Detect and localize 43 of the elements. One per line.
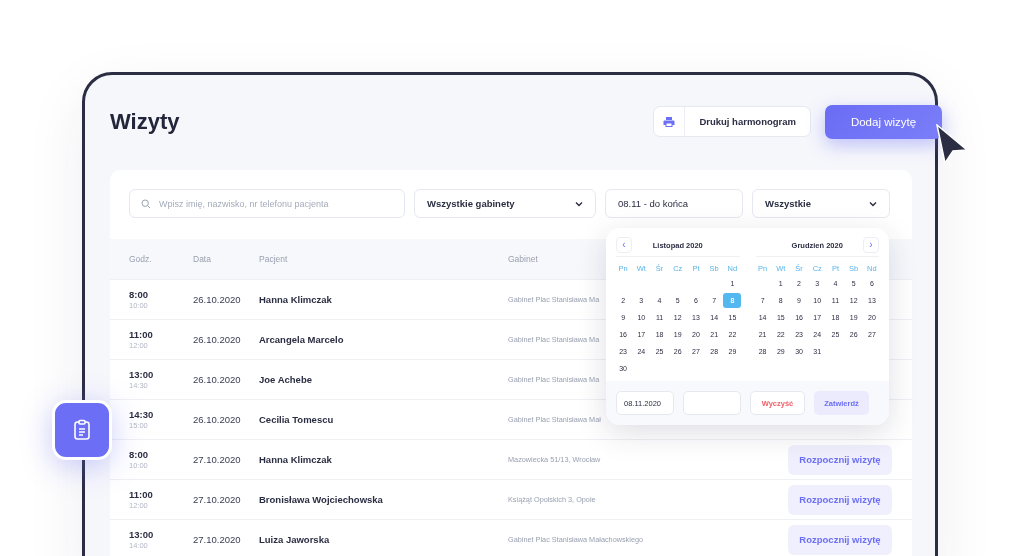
- date-cell-text: 26.10.2020: [193, 374, 242, 385]
- column-header: Pacjent: [259, 254, 289, 264]
- search-icon: [141, 199, 151, 209]
- chevron-down-icon: [575, 200, 583, 207]
- date-cell-text: 26.10.2020: [193, 334, 242, 345]
- date-range-field[interactable]: 08.11 - do końca: [605, 189, 743, 218]
- column-header: Godz.: [129, 254, 153, 264]
- patient-name: Hanna Klimczak: [259, 454, 333, 465]
- start-time: 13:00: [129, 369, 155, 380]
- start-time: 13:00: [129, 529, 155, 540]
- next-month-button[interactable]: ›: [863, 237, 879, 253]
- start-time: 8:00: [129, 289, 149, 300]
- patient-name: Luiza Jaworska: [259, 534, 331, 545]
- patient-name: Cecilia Tomescu: [259, 414, 335, 425]
- page-title: Wizyty: [110, 108, 180, 135]
- start-visit-button[interactable]: Rozpocznij wizytę: [788, 444, 892, 475]
- print-schedule-button[interactable]: Drukuj harmonogram: [653, 106, 811, 137]
- office-dropdown[interactable]: Wszystkie gabinety: [414, 189, 596, 218]
- patient-name: Joe Achebe: [259, 374, 313, 385]
- status-dropdown[interactable]: Wszystkie: [752, 189, 890, 218]
- search-field[interactable]: Wpisz imię, nazwisko, nr telefonu pacjenta: [129, 189, 405, 218]
- chevron-down-icon: [869, 200, 877, 207]
- column-header: Gabinet: [508, 254, 539, 264]
- start-time: 8:00: [129, 449, 149, 460]
- start-visit-button[interactable]: Rozpocznij wizytę: [788, 484, 892, 515]
- start-visit-button[interactable]: Rozpocznij wizytę: [788, 524, 892, 555]
- patient-name: Bronisława Wojciechowska: [259, 494, 384, 505]
- column-header: Data: [193, 254, 212, 264]
- date-cell-text: 27.10.2020: [193, 494, 242, 505]
- add-visit-button[interactable]: Dodaj wizytę: [825, 104, 942, 139]
- start-time: 14:30: [129, 409, 155, 420]
- end-date-field[interactable]: [683, 391, 741, 415]
- start-time: 11:00: [129, 329, 154, 340]
- printer-icon: [663, 115, 676, 128]
- patient-name: Hanna Klimczak: [259, 294, 333, 305]
- start-time: 11:00: [129, 489, 154, 500]
- date-cell-text: 26.10.2020: [193, 414, 242, 425]
- date-cell-text: 27.10.2020: [193, 534, 242, 545]
- clipboard-icon: [72, 419, 92, 441]
- date-cell-text: 26.10.2020: [193, 294, 242, 305]
- date-cell-text: 27.10.2020: [193, 454, 242, 465]
- patient-name: Arcangela Marcelo: [259, 334, 345, 345]
- previous-month-button[interactable]: ‹: [616, 237, 632, 253]
